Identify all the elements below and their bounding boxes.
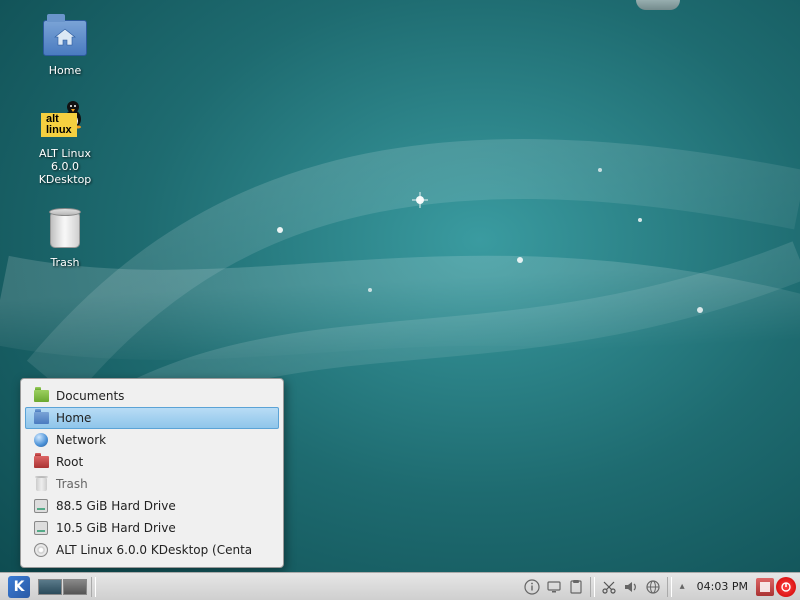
pager-desktop-1[interactable] (38, 579, 62, 595)
places-item-hdd-1[interactable]: 88.5 GiB Hard Drive (25, 495, 279, 517)
desktop-icons-area: Home altlinux ALT Linux 6.0.0 KDesktop (20, 10, 110, 273)
places-item-documents[interactable]: Documents (25, 385, 279, 407)
panel-separator (91, 577, 96, 597)
harddrive-icon (33, 520, 49, 536)
folder-icon (33, 410, 49, 426)
logout-power-button[interactable] (776, 577, 796, 597)
places-item-network[interactable]: Network (25, 429, 279, 451)
desktop-pager (38, 579, 87, 595)
places-item-label: 88.5 GiB Hard Drive (56, 499, 176, 513)
desktop-icon-label: Trash (50, 256, 79, 269)
display-tray-icon[interactable] (544, 576, 564, 598)
optical-disc-icon (33, 542, 49, 558)
volume-tray-icon[interactable] (621, 576, 641, 598)
places-item-hdd-2[interactable]: 10.5 GiB Hard Drive (25, 517, 279, 539)
trash-icon (41, 206, 89, 254)
alt-badge-bottom: linux (46, 124, 72, 136)
places-item-label: Root (56, 455, 83, 469)
home-folder-icon (41, 14, 89, 62)
places-item-disc[interactable]: ALT Linux 6.0.0 KDesktop (Centa (25, 539, 279, 561)
desktop-icon-label: Home (49, 64, 81, 77)
panel-separator (590, 577, 595, 597)
panel-separator (667, 577, 672, 597)
places-item-label: Trash (56, 477, 88, 491)
show-desktop-button[interactable] (756, 578, 774, 596)
desktop-icon-altlinux[interactable]: altlinux ALT Linux 6.0.0 KDesktop (20, 93, 110, 190)
places-item-trash[interactable]: Trash (25, 473, 279, 495)
klipper-tray-icon[interactable] (566, 576, 586, 598)
panel-clock[interactable]: 04:03 PM (691, 580, 754, 593)
desktop-icon-trash[interactable]: Trash (20, 202, 110, 273)
places-item-label: ALT Linux 6.0.0 KDesktop (Centa (56, 543, 252, 557)
places-item-label: Network (56, 433, 106, 447)
places-item-label: Home (56, 411, 91, 425)
folder-icon (33, 454, 49, 470)
device-eject-tab[interactable] (636, 0, 680, 10)
altlinux-icon: altlinux (41, 97, 89, 145)
network-tray-icon[interactable] (643, 576, 663, 598)
harddrive-icon (33, 498, 49, 514)
taskbar-panel: K ▴ 04:03 PM (0, 572, 800, 600)
scissors-tray-icon[interactable] (599, 576, 619, 598)
pager-desktop-2[interactable] (63, 579, 87, 595)
places-item-label: 10.5 GiB Hard Drive (56, 521, 176, 535)
info-tray-icon[interactable] (522, 576, 542, 598)
places-item-root[interactable]: Root (25, 451, 279, 473)
places-popup-menu: Documents Home Network Root Trash 88.5 G… (20, 378, 284, 568)
globe-icon (33, 432, 49, 448)
places-item-home[interactable]: Home (25, 407, 279, 429)
kde-logo-icon: K (8, 576, 30, 598)
desktop-icon-label: ALT Linux 6.0.0 KDesktop (24, 147, 106, 186)
kickoff-launcher-button[interactable]: K (4, 576, 34, 598)
places-item-label: Documents (56, 389, 124, 403)
desktop-icon-home[interactable]: Home (20, 10, 110, 81)
folder-icon (33, 388, 49, 404)
trash-icon (33, 476, 49, 492)
systray-expand-arrow[interactable]: ▴ (676, 581, 689, 592)
